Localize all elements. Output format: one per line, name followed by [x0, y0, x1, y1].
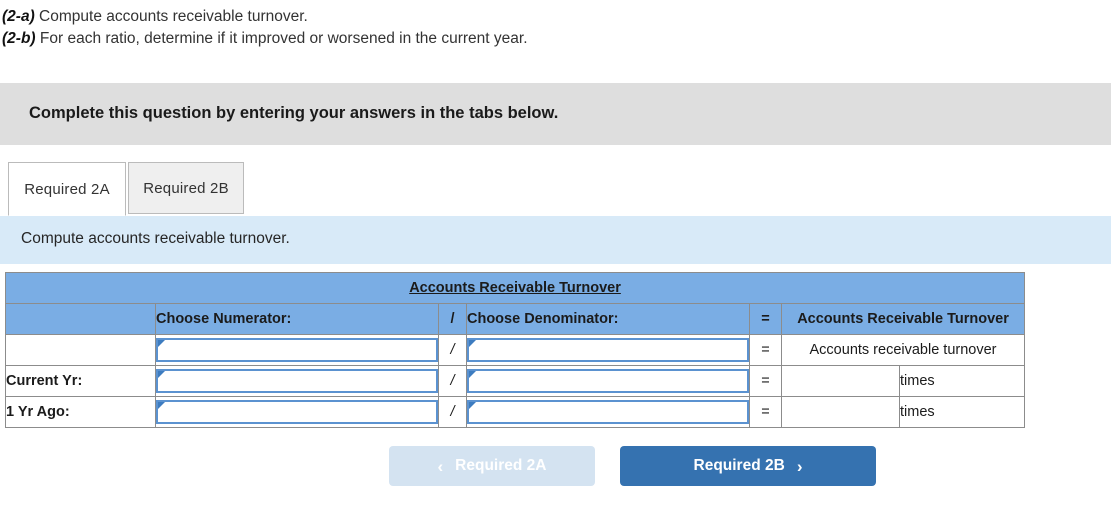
row-1-result-value[interactable]: [781, 365, 900, 397]
row-0-equals: =: [749, 334, 782, 366]
row-2-result-value[interactable]: [781, 396, 900, 428]
instruction-banner: Complete this question by entering your …: [0, 83, 1111, 145]
prompt-tag-2b: (2-b): [2, 30, 36, 47]
chevron-right-icon: ›: [796, 456, 803, 476]
row-1-numerator-cell: [155, 365, 439, 397]
header-equals: =: [749, 303, 782, 335]
prompt-text-2a: Compute accounts receivable turnover.: [39, 8, 308, 25]
row-1-label: Current Yr:: [5, 365, 156, 397]
row-2-equals: =: [749, 396, 782, 428]
row-2-units: times: [898, 396, 1026, 428]
table-title-cell: Accounts Receivable Turnover: [4, 272, 1026, 304]
answer-table-wrapper: Accounts Receivable Turnover Choose Nume…: [4, 272, 1026, 428]
row-2-numerator-cell: [155, 396, 439, 428]
navigation-bar: ‹ Required 2A Required 2B ›: [0, 446, 1111, 488]
row-1-denominator-cell: [466, 365, 750, 397]
row-0-label: [5, 334, 156, 366]
row-0-slash: /: [438, 334, 467, 366]
row-2-denominator-input[interactable]: [467, 400, 749, 424]
header-blank-cell: [5, 303, 156, 335]
row-1-numerator-input[interactable]: [156, 369, 438, 393]
tab-required-2b-label: Required 2B: [143, 179, 229, 197]
row-2-slash: /: [438, 396, 467, 428]
tab-required-2a-label: Required 2A: [24, 180, 110, 198]
sub-instruction-text: Compute accounts receivable turnover.: [21, 230, 290, 247]
next-button-label: Required 2B: [693, 457, 785, 474]
next-required-2b-button[interactable]: Required 2B ›: [620, 446, 876, 486]
previous-button-label: Required 2A: [455, 457, 547, 474]
table-header-row: Choose Numerator: / Choose Denominator: …: [5, 303, 1026, 335]
tab-required-2b[interactable]: Required 2B: [128, 162, 244, 214]
header-choose-numerator: Choose Numerator:: [155, 303, 439, 335]
header-choose-denominator: Choose Denominator:: [466, 303, 750, 335]
sub-instruction-bar: Compute accounts receivable turnover.: [0, 216, 1111, 264]
table-title: Accounts Receivable Turnover: [409, 280, 621, 296]
row-1-units: times: [898, 365, 1026, 397]
prompt-line-2b: (2-b) For each ratio, determine if it im…: [2, 28, 1111, 50]
row-0-numerator-cell: [155, 334, 439, 366]
row-0-denominator-cell: [466, 334, 750, 366]
row-0-denominator-input[interactable]: [467, 338, 749, 362]
table-title-row: Accounts Receivable Turnover: [4, 272, 1026, 304]
tab-required-2a[interactable]: Required 2A: [8, 162, 126, 216]
question-prompt: (2-a) Compute accounts receivable turnov…: [0, 0, 1111, 50]
row-1-denominator-input[interactable]: [467, 369, 749, 393]
header-result: Accounts Receivable Turnover: [780, 303, 1026, 335]
accounts-receivable-turnover-table: Accounts Receivable Turnover Choose Nume…: [4, 272, 1026, 428]
row-0-result-text: Accounts receivable turnover: [780, 334, 1026, 366]
tab-bar: Required 2A Required 2B: [0, 162, 1111, 216]
row-2-numerator-input[interactable]: [156, 400, 438, 424]
row-2-label: 1 Yr Ago:: [5, 396, 156, 428]
header-slash: /: [438, 303, 467, 335]
chevron-left-icon: ‹: [437, 456, 444, 476]
row-0-numerator-input[interactable]: [156, 338, 438, 362]
row-2-denominator-cell: [466, 396, 750, 428]
table-row: 1 Yr Ago: / = times: [5, 396, 1026, 428]
prompt-line-2a: (2-a) Compute accounts receivable turnov…: [2, 6, 1111, 28]
row-1-equals: =: [749, 365, 782, 397]
prompt-tag-2a: (2-a): [2, 8, 35, 25]
previous-required-2a-button[interactable]: ‹ Required 2A: [389, 446, 595, 486]
table-row: / = Accounts receivable turnover: [5, 334, 1026, 366]
instruction-banner-text: Complete this question by entering your …: [29, 104, 559, 122]
prompt-text-2b: For each ratio, determine if it improved…: [39, 30, 528, 47]
table-row: Current Yr: / = times: [5, 365, 1026, 397]
row-1-slash: /: [438, 365, 467, 397]
